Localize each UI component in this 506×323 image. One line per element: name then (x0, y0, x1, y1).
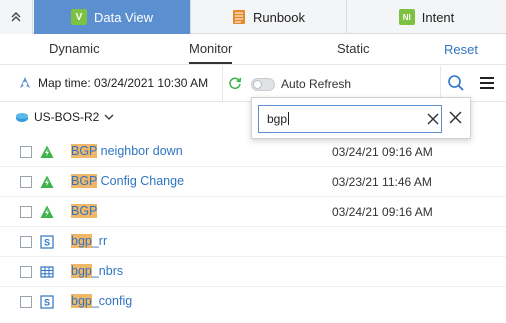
chevron-down-icon (104, 114, 114, 120)
search-popup: bgp (251, 97, 471, 139)
list-item[interactable]: Sbgp_config (0, 287, 506, 317)
script-icon: S (40, 235, 54, 249)
match-highlight: bgp (71, 234, 92, 248)
result-name[interactable]: BGP neighbor down (71, 144, 183, 158)
result-name-rest: _rr (91, 234, 108, 248)
result-name[interactable]: bgp_rr (71, 234, 107, 248)
map-time[interactable]: Map time: 03/24/2021 10:30 AM (18, 76, 208, 90)
refresh-icon[interactable] (228, 76, 242, 90)
list-item[interactable]: bgp_nbrs (0, 257, 506, 287)
search-input-value: bgp (267, 112, 288, 126)
data-view-icon: V (70, 9, 87, 25)
row-checkbox[interactable] (20, 176, 32, 188)
row-checkbox[interactable] (20, 296, 32, 308)
toggle-knob (253, 80, 262, 89)
tab-intent-label: Intent (421, 9, 455, 25)
row-checkbox[interactable] (20, 266, 32, 278)
reset-link[interactable]: Reset (444, 42, 478, 57)
match-highlight: BGP (71, 144, 98, 158)
auto-refresh-toggle[interactable] (251, 78, 275, 91)
subtab-monitor[interactable]: Monitor (189, 35, 233, 64)
top-tab-bar: V Data View Runbook NI Intent (0, 0, 506, 34)
alert-icon (40, 175, 54, 189)
match-highlight: BGP (71, 204, 98, 218)
runbook-icon (232, 10, 245, 24)
map-time-icon (20, 77, 30, 88)
result-date: 03/24/21 09:16 AM (332, 145, 433, 159)
row-checkbox[interactable] (20, 146, 32, 158)
row-checkbox[interactable] (20, 236, 32, 248)
result-date: 03/23/21 11:46 AM (332, 175, 432, 189)
tab-data-view[interactable]: V Data View (34, 0, 190, 34)
subtab-dynamic[interactable]: Dynamic (49, 35, 100, 64)
close-search-icon[interactable] (449, 111, 462, 124)
table-icon (40, 265, 54, 279)
sub-tab-bar: Dynamic Monitor Static Reset (0, 35, 506, 65)
tab-intent[interactable]: NI Intent (347, 0, 506, 34)
search-input[interactable]: bgp (258, 105, 442, 133)
match-highlight: BGP (71, 174, 98, 188)
list-item[interactable]: Sbgp_rr (0, 227, 506, 257)
script-icon: S (40, 295, 54, 309)
subtab-static[interactable]: Static (337, 35, 370, 64)
match-highlight: bgp (71, 294, 92, 308)
intent-icon: NI (398, 9, 415, 25)
result-date: 03/24/21 09:16 AM (332, 205, 433, 219)
match-highlight: bgp (71, 264, 92, 278)
result-name-rest: neighbor down (97, 144, 183, 158)
svg-text:S: S (44, 238, 50, 248)
double-chevron-up-icon (11, 12, 21, 22)
collapse-button[interactable] (0, 0, 33, 34)
alert-icon (40, 145, 54, 159)
device-name: US-BOS-R2 (34, 110, 100, 124)
result-name[interactable]: BGP Config Change (71, 174, 184, 188)
result-name-rest: _nbrs (91, 264, 124, 278)
hamburger-menu-icon[interactable] (480, 77, 494, 89)
result-name-rest: Config Change (97, 174, 185, 188)
list-item[interactable]: BGP neighbor down 03/24/21 09:16 AM (0, 137, 506, 167)
result-name[interactable]: bgp_config (71, 294, 132, 308)
row-checkbox[interactable] (20, 206, 32, 218)
map-time-label: Map time: 03/24/2021 10:30 AM (38, 76, 209, 90)
device-icon (16, 113, 28, 122)
tab-runbook-label: Runbook (252, 9, 306, 25)
list-item[interactable]: BGP 03/24/21 09:16 AM (0, 197, 506, 227)
result-name[interactable]: BGP (71, 204, 98, 218)
tab-data-view-label: Data View (93, 9, 153, 25)
alert-icon (40, 205, 54, 219)
results-list: BGP neighbor down 03/24/21 09:16 AM BGP Co… (0, 137, 506, 317)
list-item[interactable]: BGP Config Change 03/23/21 11:46 AM (0, 167, 506, 197)
svg-text:S: S (44, 298, 50, 308)
search-icon[interactable] (447, 74, 465, 92)
device-selector[interactable]: US-BOS-R2 (15, 110, 114, 124)
tab-runbook[interactable]: Runbook (191, 0, 346, 34)
clear-search-icon[interactable] (427, 113, 439, 125)
auto-refresh-label: Auto Refresh (281, 77, 352, 91)
result-name[interactable]: bgp_nbrs (71, 264, 123, 278)
result-name-rest: _config (91, 294, 133, 308)
